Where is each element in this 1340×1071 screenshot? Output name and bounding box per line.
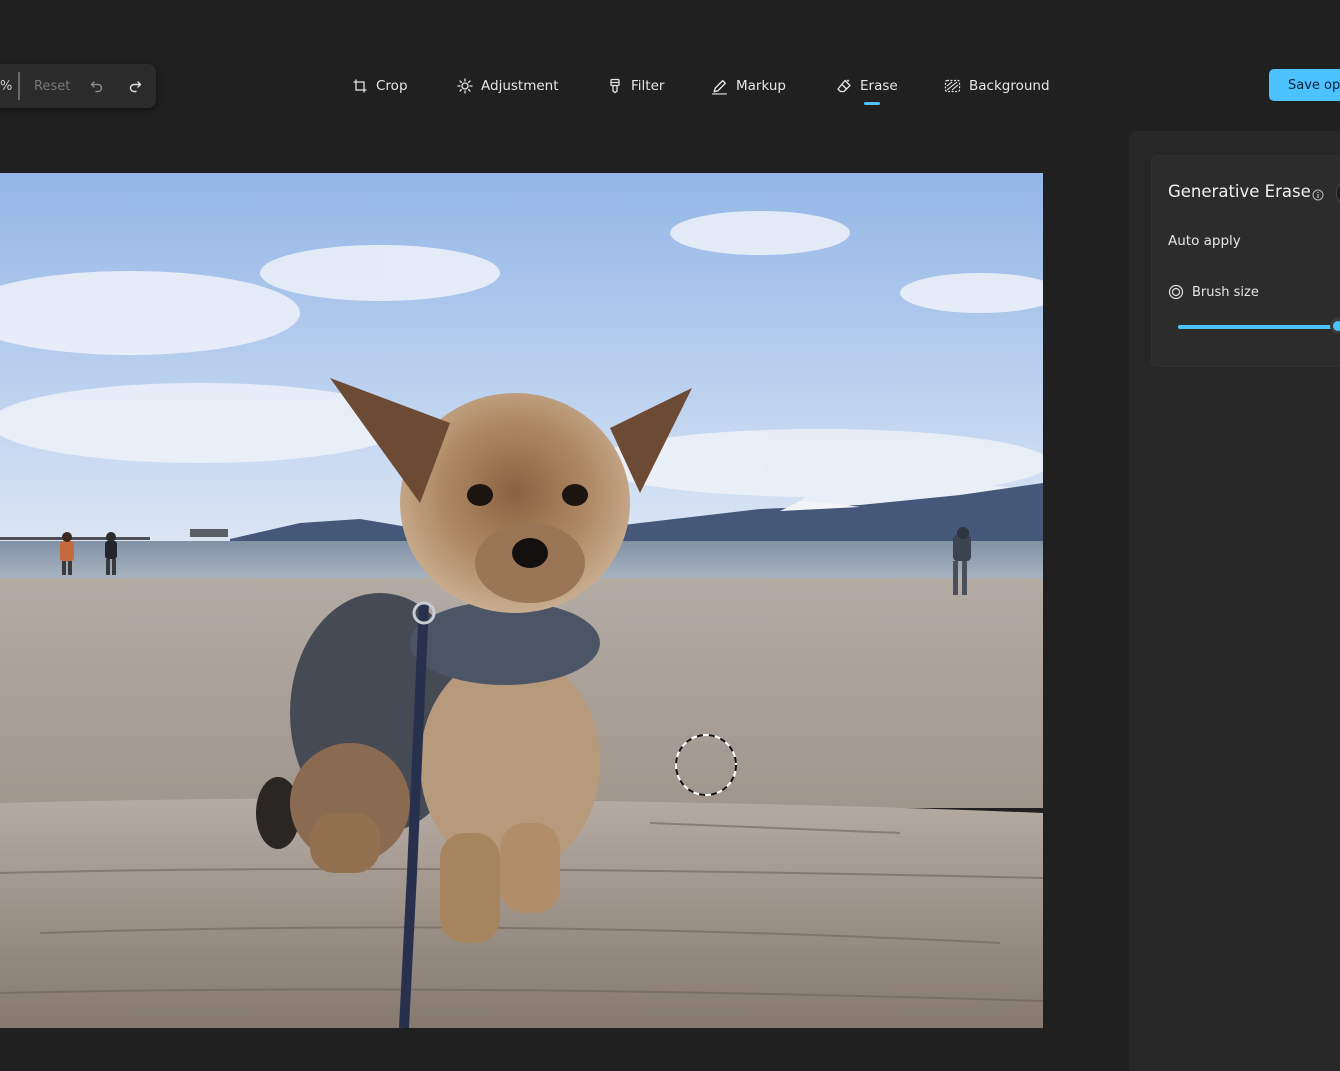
active-tab-indicator: [864, 102, 880, 105]
tab-erase-label: Erase: [860, 78, 898, 94]
tab-markup[interactable]: Markup: [711, 72, 786, 100]
brush-size-slider-track[interactable]: [1178, 325, 1338, 329]
tab-adjustment[interactable]: Adjustment: [457, 72, 559, 100]
tab-erase[interactable]: Erase: [836, 72, 898, 100]
brush-size-slider-thumb[interactable]: [1330, 318, 1340, 334]
tab-background-label: Background: [969, 78, 1050, 94]
auto-apply-toggle[interactable]: [1336, 182, 1340, 204]
crop-icon: [353, 79, 367, 93]
pen-icon: [712, 79, 727, 95]
filter-icon: [610, 78, 620, 94]
tab-background[interactable]: Background: [944, 72, 1050, 100]
tab-crop-label: Crop: [376, 78, 408, 94]
brush-size-icon: [1168, 284, 1184, 300]
tab-markup-label: Markup: [736, 78, 786, 94]
panel-title: Generative Erase: [1168, 182, 1311, 201]
generative-erase-card: Generative Erase Auto apply Brush size: [1151, 155, 1340, 367]
edit-toolbar: Crop Adjustment Filter Markup Erase Back…: [0, 72, 1100, 102]
eraser-icon: [837, 79, 851, 93]
tab-crop[interactable]: Crop: [352, 72, 408, 100]
photo-canvas[interactable]: [0, 173, 1043, 1028]
brightness-icon: [457, 78, 473, 94]
tab-filter-label: Filter: [631, 78, 665, 94]
info-icon[interactable]: [1312, 186, 1324, 205]
save-options-button[interactable]: Save opt: [1269, 69, 1340, 101]
auto-apply-label: Auto apply: [1168, 233, 1241, 249]
brush-size-label: Brush size: [1192, 284, 1259, 300]
background-icon: [944, 79, 961, 93]
tab-adjustment-label: Adjustment: [481, 78, 559, 94]
brush-size-row: Brush size: [1168, 284, 1259, 300]
tab-filter[interactable]: Filter: [607, 72, 664, 100]
